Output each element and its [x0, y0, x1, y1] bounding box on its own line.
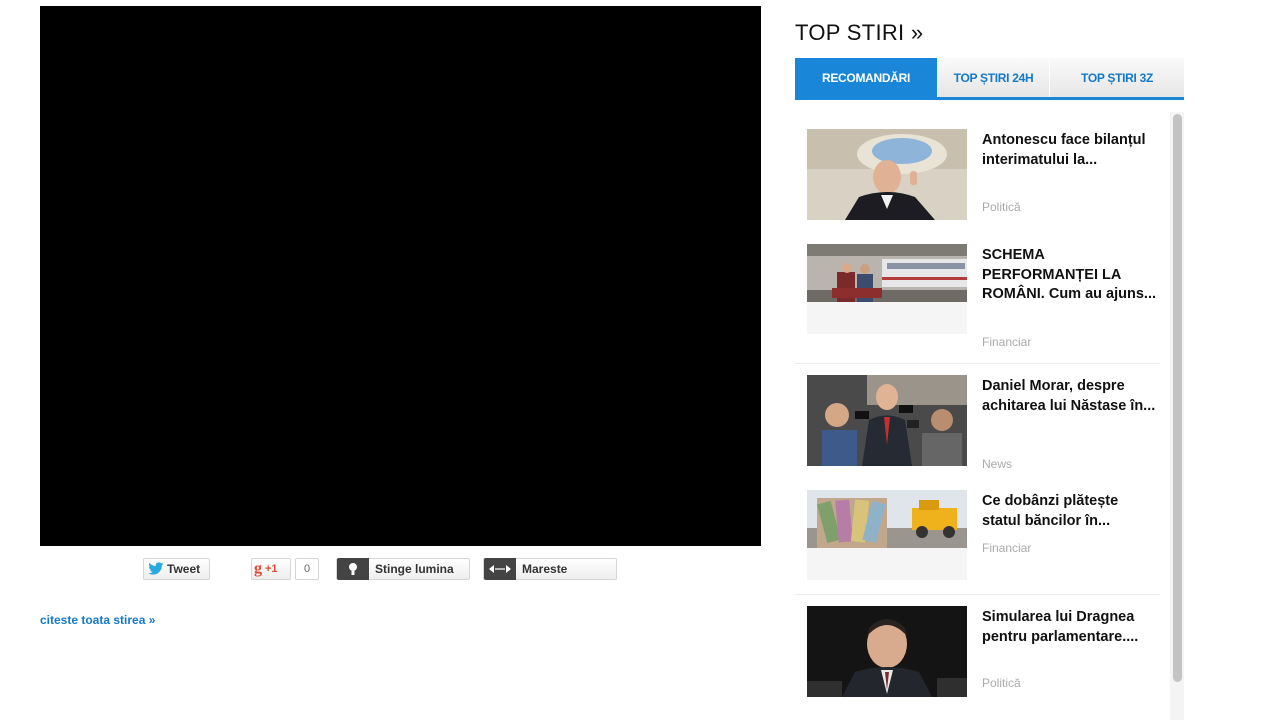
turn-off-lights-button[interactable]: Stinge lumina [336, 558, 470, 580]
expand-arrows-icon [484, 558, 516, 580]
divider [795, 594, 1160, 595]
tweet-label: Tweet [167, 562, 201, 576]
share-bar: Tweet g +1 0 Stinge lumina Mareste [0, 558, 780, 582]
sidebar-tabs: RECOMANDĂRI TOP ȘTIRI 24H TOP ȘTIRI 3Z [795, 58, 1184, 100]
google-plus-count: 0 [295, 558, 319, 580]
news-category[interactable]: Politică [982, 676, 1021, 690]
list-item[interactable]: Daniel Morar, despre achitarea lui Năsta… [795, 375, 1165, 475]
news-list: Antonescu face bilanțul interimatului la… [795, 112, 1170, 720]
list-item[interactable]: Antonescu face bilanțul interimatului la… [795, 129, 1165, 229]
list-item[interactable]: SCHEMA PERFORMANȚEI LA ROMÂNI. Cum au aj… [795, 244, 1165, 359]
turn-off-lights-label: Stinge lumina [375, 562, 454, 576]
news-list-scrollbar[interactable] [1170, 112, 1184, 720]
enlarge-label: Mareste [522, 562, 568, 576]
sidebar-title[interactable]: TOP STIRI » [795, 20, 923, 46]
tab-recommendations[interactable]: RECOMANDĂRI [795, 58, 937, 97]
tweet-button[interactable]: Tweet [143, 558, 210, 580]
news-category[interactable]: Financiar [982, 541, 1031, 555]
news-title[interactable]: SCHEMA PERFORMANȚEI LA ROMÂNI. Cum au aj… [982, 246, 1157, 305]
list-item[interactable]: Simularea lui Dragnea pentru parlamentar… [795, 606, 1165, 706]
news-category[interactable]: Financiar [982, 335, 1031, 349]
list-item[interactable]: Ce dobânzi plătește statul băncilor în..… [795, 490, 1165, 590]
news-thumbnail [807, 606, 967, 697]
news-title[interactable]: Simularea lui Dragnea pentru parlamentar… [982, 608, 1157, 647]
lightbulb-icon [337, 558, 369, 580]
divider [795, 363, 1160, 364]
scrollbar-thumb[interactable] [1173, 114, 1182, 682]
news-category[interactable]: Politică [982, 200, 1021, 214]
news-thumbnail [807, 129, 967, 220]
google-plus-label: +1 [265, 563, 278, 575]
news-title[interactable]: Antonescu face bilanțul interimatului la… [982, 131, 1157, 170]
news-thumbnail [807, 244, 967, 334]
video-player[interactable] [40, 6, 761, 546]
tab-top-24h[interactable]: TOP ȘTIRI 24H [937, 58, 1049, 97]
google-plus-button[interactable]: g +1 [251, 558, 291, 580]
news-thumbnail [807, 490, 967, 580]
twitter-bird-icon [148, 562, 164, 575]
news-title[interactable]: Daniel Morar, despre achitarea lui Năsta… [982, 377, 1157, 416]
enlarge-button[interactable]: Mareste [483, 558, 617, 580]
google-plus-icon: g [254, 560, 262, 577]
news-title[interactable]: Ce dobânzi plătește statul băncilor în..… [982, 492, 1157, 531]
top-news-sidebar: TOP STIRI » RECOMANDĂRI TOP ȘTIRI 24H TO… [795, 0, 1185, 720]
tab-top-3-days[interactable]: TOP ȘTIRI 3Z [1049, 58, 1184, 97]
read-full-story-link[interactable]: citeste toata stirea » [40, 613, 155, 627]
news-thumbnail [807, 375, 967, 466]
news-category[interactable]: News [982, 457, 1012, 471]
